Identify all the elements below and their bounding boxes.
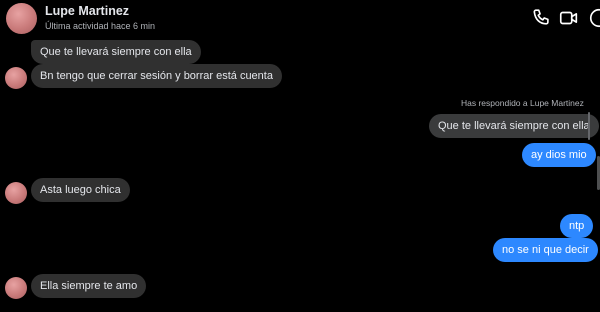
incoming-message[interactable]: Que te llevará siempre con ella: [31, 40, 201, 64]
quoted-message[interactable]: Que te llevará siempre con ella: [429, 114, 599, 138]
incoming-message[interactable]: Asta luego chica: [31, 178, 130, 202]
sender-avatar[interactable]: [5, 182, 27, 204]
contact-avatar[interactable]: [6, 3, 37, 34]
chat-header: Lupe Martinez Última actividad hace 6 mi…: [0, 0, 600, 38]
video-camera-icon[interactable]: [558, 7, 580, 29]
info-icon[interactable]: [588, 7, 600, 29]
reply-label: Has respondido a Lupe Martinez: [461, 98, 584, 108]
outgoing-message[interactable]: ntp: [560, 214, 594, 238]
active-status: Última actividad hace 6 min: [45, 21, 156, 31]
outgoing-message[interactable]: ay dios mio: [522, 143, 596, 167]
incoming-message[interactable]: Bn tengo que cerrar sesión y borrar está…: [31, 64, 282, 88]
sender-avatar[interactable]: [5, 67, 27, 89]
contact-name[interactable]: Lupe Martinez: [45, 4, 129, 18]
reply-indicator-bar: [588, 112, 590, 140]
phone-icon[interactable]: [530, 7, 552, 29]
incoming-message[interactable]: Ella siempre te amo: [31, 274, 147, 298]
sender-avatar[interactable]: [5, 277, 27, 299]
outgoing-message[interactable]: no se ni que decir: [493, 238, 598, 262]
